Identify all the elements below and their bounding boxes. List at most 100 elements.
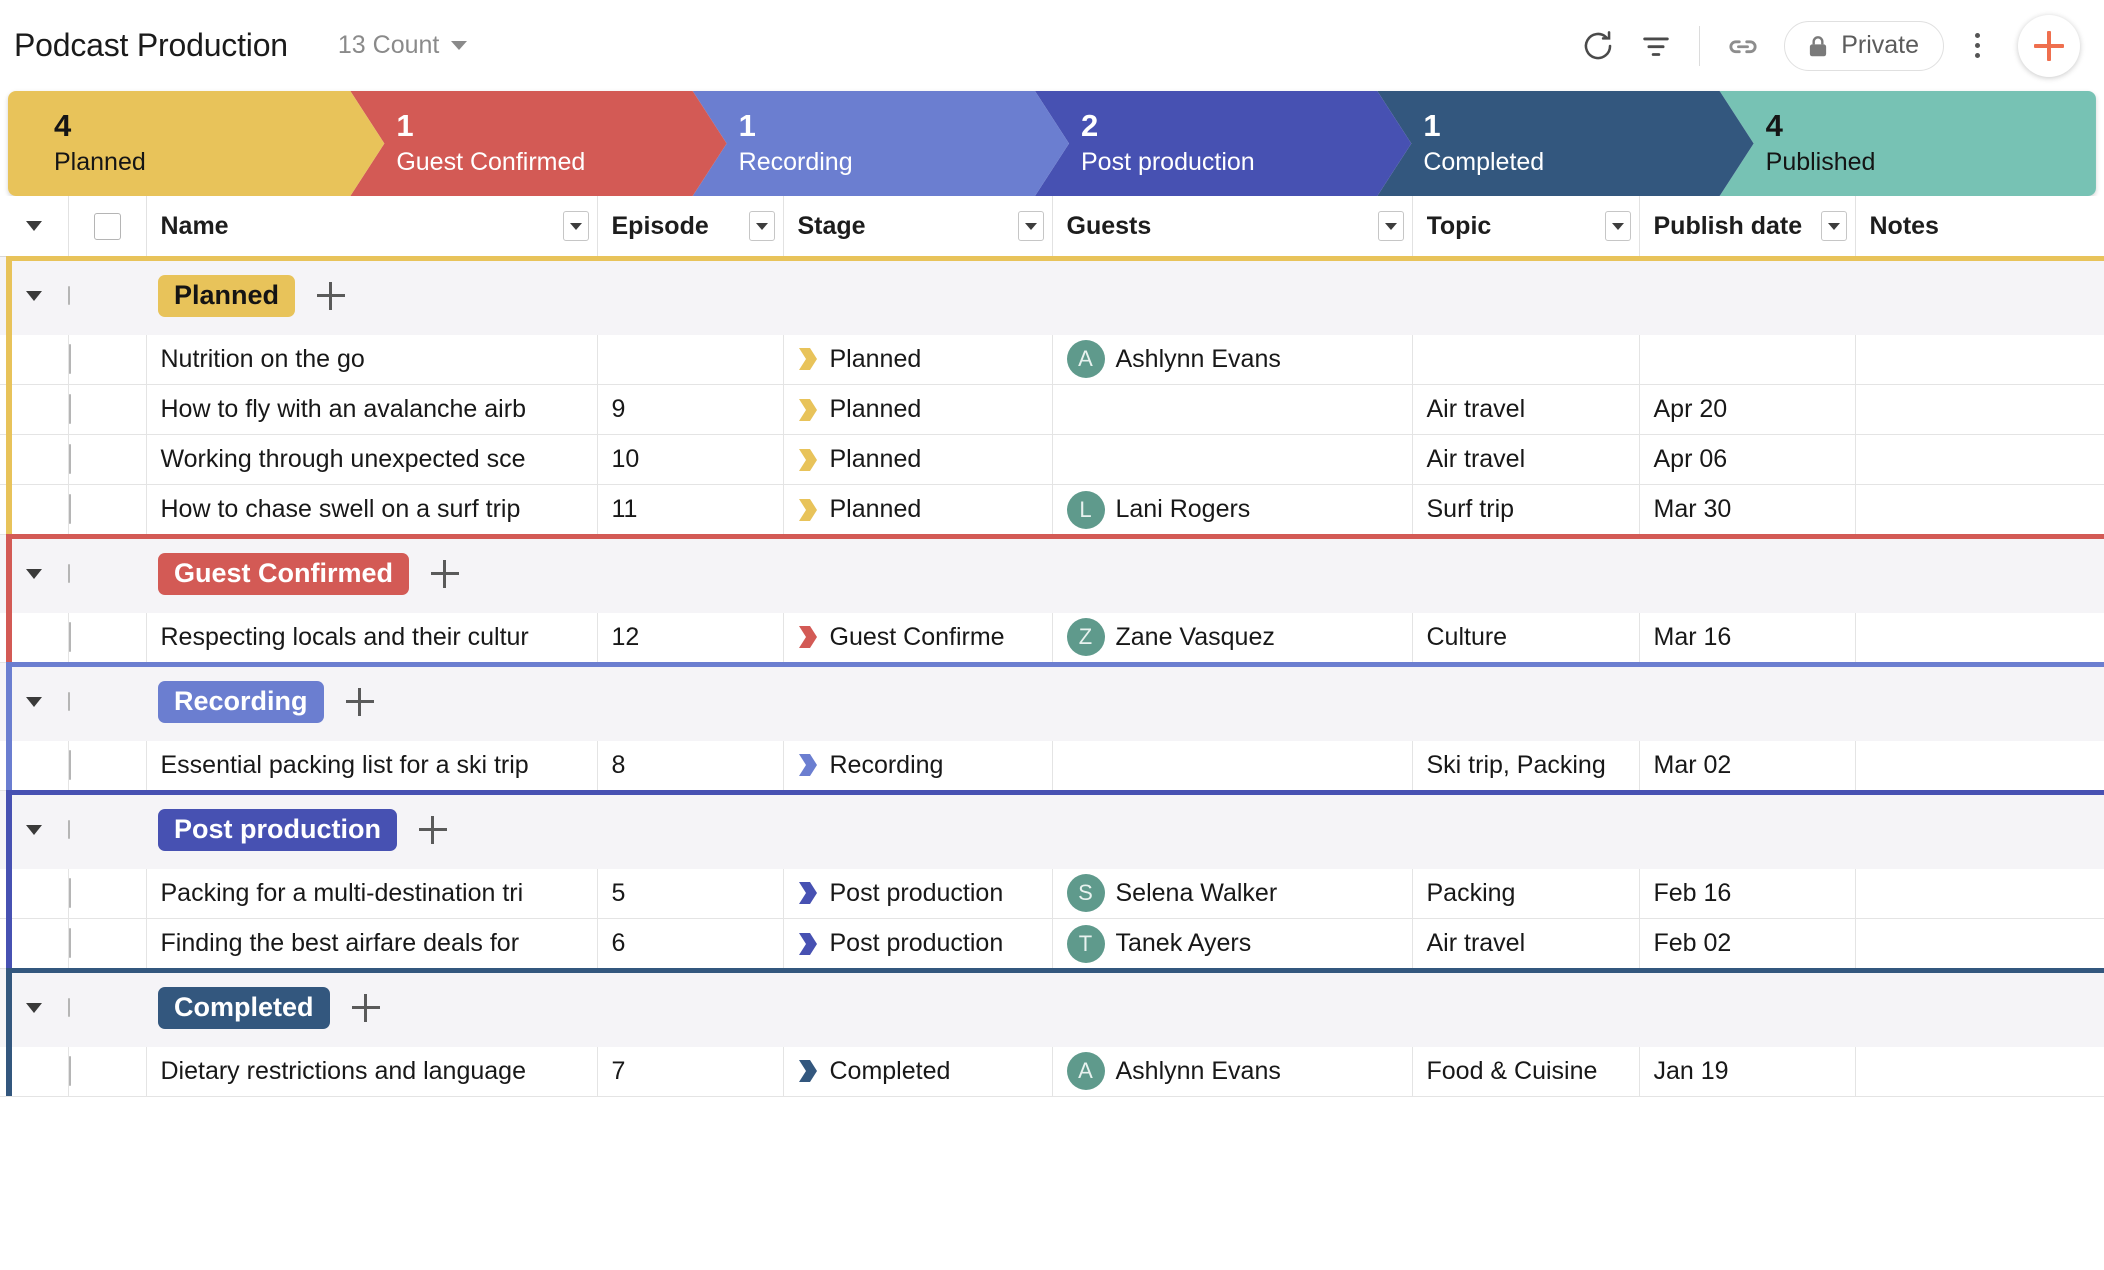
cell-name[interactable]: How to chase swell on a surf trip — [146, 484, 598, 535]
row-select-cell[interactable] — [68, 484, 147, 535]
cell-name[interactable]: Working through unexpected sce — [146, 434, 598, 485]
cell-publish-date[interactable]: Mar 02 — [1639, 740, 1856, 791]
cell-guests[interactable]: S Selena Walker — [1052, 868, 1413, 919]
cell-notes[interactable] — [1855, 1046, 2104, 1097]
cell-notes[interactable] — [1855, 484, 2104, 535]
row-select-cell[interactable] — [68, 384, 147, 435]
table-row[interactable]: Working through unexpected sce 10 Planned A… — [0, 434, 2104, 485]
cell-notes[interactable] — [1855, 918, 2104, 969]
table-row[interactable]: Nutrition on the go Planned A Ashlynn Evans — [0, 334, 2104, 385]
cell-stage[interactable]: Planned — [783, 384, 1053, 435]
cell-topic[interactable]: Culture — [1412, 612, 1640, 663]
column-header-guests[interactable]: Guests — [1052, 196, 1413, 257]
cell-notes[interactable] — [1855, 612, 2104, 663]
group-select-checkbox-cell[interactable] — [68, 791, 146, 869]
row-select-cell[interactable] — [68, 334, 147, 385]
row-select-cell[interactable] — [68, 740, 147, 791]
cell-name[interactable]: Finding the best airfare deals for — [146, 918, 598, 969]
row-select-checkbox[interactable] — [68, 877, 71, 908]
cell-name[interactable]: Dietary restrictions and language — [146, 1046, 598, 1097]
record-count-dropdown[interactable]: 13 Count — [338, 31, 468, 60]
cell-publish-date[interactable]: Feb 02 — [1639, 918, 1856, 969]
column-header-stage[interactable]: Stage — [783, 196, 1053, 257]
row-select-checkbox[interactable] — [68, 1055, 71, 1086]
group-select-checkbox[interactable] — [68, 819, 70, 839]
table-row[interactable]: How to fly with an avalanche airb 9 Planne… — [0, 384, 2104, 435]
table-row[interactable]: How to chase swell on a surf trip 11 Plann… — [0, 484, 2104, 535]
group-select-checkbox[interactable] — [68, 285, 70, 305]
add-row-to-group-button[interactable] — [345, 687, 374, 716]
column-header-notes[interactable]: Notes — [1855, 196, 2104, 257]
cell-topic[interactable]: Ski trip, Packing — [1412, 740, 1640, 791]
row-select-checkbox[interactable] — [68, 749, 71, 780]
cell-guests[interactable]: Z Zane Vasquez — [1052, 612, 1413, 663]
cell-topic[interactable]: Air travel — [1412, 918, 1640, 969]
cell-publish-date[interactable]: Apr 20 — [1639, 384, 1856, 435]
cell-stage[interactable]: Completed — [783, 1046, 1053, 1097]
cell-publish-date[interactable]: Apr 06 — [1639, 434, 1856, 485]
column-header-topic[interactable]: Topic — [1412, 196, 1640, 257]
row-select-cell[interactable] — [68, 612, 147, 663]
row-select-checkbox[interactable] — [68, 928, 71, 958]
group-select-checkbox-cell[interactable] — [68, 535, 146, 613]
cell-stage[interactable]: Guest Confirme — [783, 612, 1053, 663]
cell-publish-date[interactable] — [1639, 334, 1856, 385]
cell-name[interactable]: Packing for a multi-destination tri — [146, 868, 598, 919]
table-row[interactable]: Respecting locals and their cultur 12 Gues… — [0, 612, 2104, 663]
column-menu-button[interactable] — [1820, 211, 1847, 241]
column-header-episode[interactable]: Episode — [597, 196, 784, 257]
row-select-checkbox[interactable] — [68, 444, 71, 474]
pipeline-stage-post-production[interactable]: 2 Post production — [1035, 91, 1411, 196]
cell-guests[interactable]: L Lani Rogers — [1052, 484, 1413, 535]
row-select-checkbox[interactable] — [68, 621, 71, 652]
row-select-cell[interactable] — [68, 918, 147, 969]
chevron-down-icon[interactable] — [26, 696, 42, 707]
chevron-down-icon[interactable] — [26, 568, 42, 579]
cell-notes[interactable] — [1855, 868, 2104, 919]
column-menu-button[interactable] — [562, 211, 589, 241]
refresh-button[interactable] — [1569, 17, 1627, 75]
group-select-checkbox-cell[interactable] — [68, 969, 146, 1047]
pipeline-stage-completed[interactable]: 1 Completed — [1377, 91, 1753, 196]
row-select-checkbox[interactable] — [68, 494, 71, 524]
cell-topic[interactable]: Food & Cuisine — [1412, 1046, 1640, 1097]
cell-name[interactable]: Nutrition on the go — [146, 334, 598, 385]
add-row-to-group-button[interactable] — [317, 281, 346, 310]
cell-name[interactable]: How to fly with an avalanche airb — [146, 384, 598, 435]
add-record-button[interactable] — [2018, 14, 2080, 77]
group-select-checkbox[interactable] — [68, 691, 70, 711]
cell-episode[interactable]: 6 — [597, 918, 784, 969]
chevron-down-icon[interactable] — [26, 1002, 42, 1013]
cell-episode[interactable]: 5 — [597, 868, 784, 919]
chevron-down-icon[interactable] — [25, 221, 42, 231]
cell-topic[interactable]: Surf trip — [1412, 484, 1640, 535]
cell-guests[interactable]: A Ashlynn Evans — [1052, 334, 1413, 385]
cell-topic[interactable]: Packing — [1412, 868, 1640, 919]
pipeline-stage-planned[interactable]: 4 Planned — [8, 91, 384, 196]
cell-guests[interactable] — [1052, 434, 1413, 485]
column-header-name[interactable]: Name — [146, 196, 598, 257]
group-select-checkbox[interactable] — [68, 563, 70, 583]
group-select-checkbox-cell[interactable] — [68, 663, 146, 741]
cell-notes[interactable] — [1855, 384, 2104, 435]
cell-episode[interactable]: 9 — [597, 384, 784, 435]
cell-topic[interactable]: Air travel — [1412, 384, 1640, 435]
cell-episode[interactable]: 7 — [597, 1046, 784, 1097]
column-menu-button[interactable] — [1604, 211, 1631, 241]
cell-notes[interactable] — [1855, 334, 2104, 385]
row-select-cell[interactable] — [68, 868, 147, 919]
pipeline-stage-guest-confirmed[interactable]: 1 Guest Confirmed — [350, 91, 726, 196]
cell-notes[interactable] — [1855, 434, 2104, 485]
chevron-down-icon[interactable] — [26, 824, 42, 835]
cell-stage[interactable]: Planned — [783, 334, 1053, 385]
add-row-to-group-button[interactable] — [351, 993, 380, 1022]
add-row-to-group-button[interactable] — [418, 815, 447, 844]
table-row[interactable]: Finding the best airfare deals for 6 Post … — [0, 918, 2104, 969]
select-all-checkbox[interactable] — [93, 212, 121, 240]
cell-episode[interactable] — [597, 334, 784, 385]
expand-all-header[interactable] — [0, 196, 69, 257]
cell-publish-date[interactable]: Jan 19 — [1639, 1046, 1856, 1097]
cell-episode[interactable]: 10 — [597, 434, 784, 485]
table-row[interactable]: Essential packing list for a ski trip 8 Re… — [0, 740, 2104, 791]
cell-stage[interactable]: Post production — [783, 868, 1053, 919]
